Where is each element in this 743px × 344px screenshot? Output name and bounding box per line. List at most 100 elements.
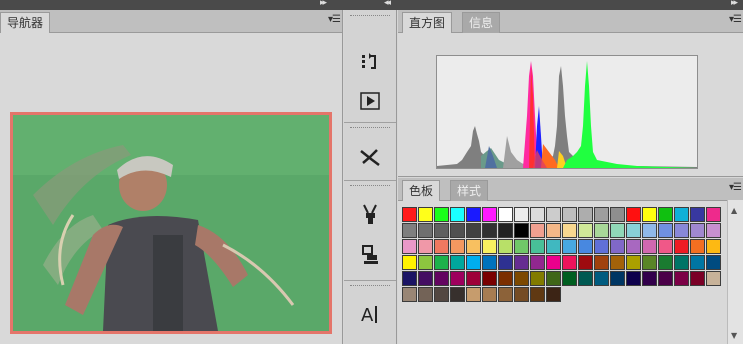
navigator-preview-image[interactable]: [10, 112, 332, 334]
color-swatch[interactable]: [658, 239, 673, 254]
color-swatch[interactable]: [626, 223, 641, 238]
color-swatch[interactable]: [418, 223, 433, 238]
color-swatch[interactable]: [514, 255, 529, 270]
color-swatch[interactable]: [482, 223, 497, 238]
dock-grip-4[interactable]: [350, 285, 390, 289]
color-swatch[interactable]: [466, 271, 481, 286]
color-swatch[interactable]: [434, 255, 449, 270]
color-swatch[interactable]: [466, 239, 481, 254]
color-swatch[interactable]: [594, 207, 609, 222]
color-swatch[interactable]: [642, 239, 657, 254]
color-swatch[interactable]: [594, 255, 609, 270]
color-swatch[interactable]: [482, 239, 497, 254]
color-swatch[interactable]: [402, 207, 417, 222]
color-swatch[interactable]: [482, 207, 497, 222]
color-swatch[interactable]: [530, 207, 545, 222]
color-swatch[interactable]: [690, 207, 705, 222]
color-swatch[interactable]: [402, 255, 417, 270]
color-swatch[interactable]: [514, 287, 529, 302]
color-swatch[interactable]: [482, 271, 497, 286]
color-swatch[interactable]: [642, 255, 657, 270]
color-swatch[interactable]: [562, 207, 577, 222]
color-swatch[interactable]: [530, 223, 545, 238]
color-swatch[interactable]: [434, 207, 449, 222]
color-swatch[interactable]: [706, 207, 721, 222]
color-swatch[interactable]: [402, 287, 417, 302]
color-swatch[interactable]: [482, 255, 497, 270]
color-swatch[interactable]: [450, 239, 465, 254]
color-swatch[interactable]: [690, 255, 705, 270]
color-swatch[interactable]: [546, 207, 561, 222]
color-swatch[interactable]: [674, 207, 689, 222]
color-swatch[interactable]: [610, 255, 625, 270]
brush-panel-icon[interactable]: [356, 202, 384, 226]
color-swatch[interactable]: [658, 223, 673, 238]
color-swatch[interactable]: [514, 223, 529, 238]
color-swatch[interactable]: [562, 223, 577, 238]
color-swatch[interactable]: [562, 255, 577, 270]
color-swatch[interactable]: [450, 223, 465, 238]
color-swatch[interactable]: [546, 271, 561, 286]
color-swatch[interactable]: [546, 255, 561, 270]
color-swatch[interactable]: [418, 287, 433, 302]
tab-styles[interactable]: 样式: [450, 180, 489, 201]
color-swatch[interactable]: [674, 271, 689, 286]
color-swatch[interactable]: [498, 239, 513, 254]
panel-menu-icon[interactable]: ▾☰: [729, 182, 742, 193]
color-swatch[interactable]: [706, 255, 721, 270]
color-swatch[interactable]: [434, 223, 449, 238]
color-swatch[interactable]: [658, 255, 673, 270]
color-swatch[interactable]: [610, 207, 625, 222]
color-swatch[interactable]: [434, 239, 449, 254]
color-swatch[interactable]: [610, 271, 625, 286]
tab-info[interactable]: 信息: [462, 12, 501, 33]
color-swatch[interactable]: [578, 223, 593, 238]
color-swatch[interactable]: [594, 223, 609, 238]
color-swatch[interactable]: [450, 255, 465, 270]
color-swatch[interactable]: [498, 207, 513, 222]
color-swatch[interactable]: [706, 239, 721, 254]
color-swatch[interactable]: [514, 239, 529, 254]
collapse-right-arrows-icon[interactable]: ▸▸: [731, 0, 738, 8]
dock-grip[interactable]: [350, 15, 390, 19]
color-swatch[interactable]: [530, 271, 545, 286]
color-swatch[interactable]: [482, 287, 497, 302]
tab-histogram[interactable]: 直方图: [402, 12, 453, 33]
color-swatch[interactable]: [466, 223, 481, 238]
color-swatch[interactable]: [498, 255, 513, 270]
color-swatch[interactable]: [450, 287, 465, 302]
color-swatch[interactable]: [514, 271, 529, 286]
color-swatch[interactable]: [418, 207, 433, 222]
color-swatch[interactable]: [690, 271, 705, 286]
color-swatch[interactable]: [706, 223, 721, 238]
color-swatch[interactable]: [418, 255, 433, 270]
brush-tool-presets-icon[interactable]: [356, 145, 384, 169]
color-swatch[interactable]: [402, 223, 417, 238]
scroll-down-icon[interactable]: ▼: [731, 331, 737, 340]
color-swatch[interactable]: [530, 239, 545, 254]
panel-menu-icon[interactable]: ▾☰: [328, 14, 341, 25]
color-swatch[interactable]: [546, 223, 561, 238]
color-swatch[interactable]: [434, 271, 449, 286]
color-swatch[interactable]: [562, 271, 577, 286]
color-swatch[interactable]: [594, 239, 609, 254]
color-swatch[interactable]: [402, 239, 417, 254]
swatches-scrollbar[interactable]: ▲ ▼: [727, 200, 743, 344]
color-swatch[interactable]: [418, 271, 433, 286]
color-swatch[interactable]: [578, 207, 593, 222]
color-swatch[interactable]: [450, 207, 465, 222]
color-swatch[interactable]: [610, 223, 625, 238]
clone-source-icon[interactable]: [356, 243, 384, 267]
dock-grip-3[interactable]: [350, 185, 390, 189]
history-brush-tool-icon[interactable]: [356, 50, 384, 74]
panel-menu-icon[interactable]: ▾☰: [729, 14, 742, 25]
color-swatch[interactable]: [514, 207, 529, 222]
color-swatch[interactable]: [562, 239, 577, 254]
color-swatch[interactable]: [690, 239, 705, 254]
color-swatch[interactable]: [498, 223, 513, 238]
color-swatch[interactable]: [706, 271, 721, 286]
color-swatch[interactable]: [578, 271, 593, 286]
color-swatch[interactable]: [546, 239, 561, 254]
color-swatch[interactable]: [658, 271, 673, 286]
color-swatch[interactable]: [578, 239, 593, 254]
